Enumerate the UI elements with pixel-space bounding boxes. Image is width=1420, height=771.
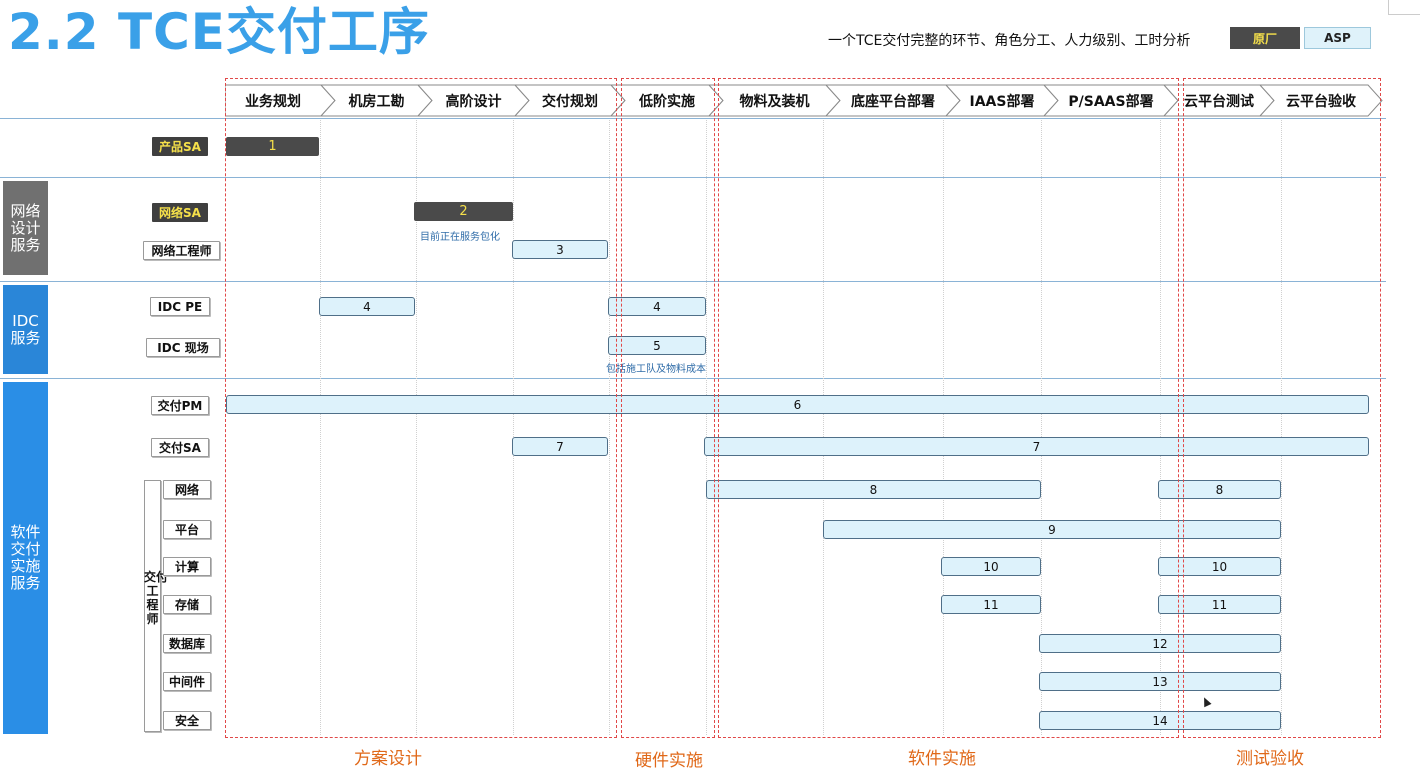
corner-box — [1388, 0, 1420, 15]
role-network-engineer: 网络工程师 — [143, 241, 220, 260]
stage-label-design: 方案设计 — [354, 749, 422, 769]
legend-asp: ASP — [1304, 27, 1371, 49]
role-eng-platform: 平台 — [163, 520, 211, 539]
role-delivery-engineer: 交付 工 程 师 — [144, 570, 169, 626]
group-network-design: 网络 设计 服务 — [3, 181, 48, 275]
page-title: 2.2 TCE交付工序 — [8, 3, 430, 61]
stage-label-software: 软件实施 — [908, 749, 976, 769]
role-network-sa: 网络SA — [152, 203, 208, 222]
stage-box-testing — [1183, 78, 1381, 738]
role-eng-security: 安全 — [163, 711, 211, 730]
group-idc-service: IDC 服务 — [3, 285, 48, 374]
role-delivery-pm: 交付PM — [151, 396, 209, 415]
role-eng-middleware: 中间件 — [163, 672, 211, 691]
stage-box-design — [225, 78, 617, 738]
role-idc-onsite: IDC 现场 — [146, 338, 220, 357]
group-software-delivery: 软件 交付 实施 服务 — [3, 382, 48, 734]
role-eng-compute: 计算 — [163, 557, 211, 576]
role-delivery-sa: 交付SA — [151, 438, 209, 457]
legend-vendor: 原厂 — [1230, 27, 1300, 49]
role-idc-pe: IDC PE — [150, 297, 210, 316]
role-eng-database: 数据库 — [163, 634, 211, 653]
stage-label-hardware: 硬件实施 — [635, 751, 703, 771]
stage-box-software — [718, 78, 1179, 738]
role-product-sa: 产品SA — [152, 137, 208, 156]
stage-box-hardware — [621, 78, 715, 738]
stage-label-testing: 测试验收 — [1236, 749, 1304, 769]
role-eng-storage: 存储 — [163, 595, 211, 614]
page-subtitle: 一个TCE交付完整的环节、角色分工、人力级别、工时分析 — [828, 33, 1191, 49]
role-eng-network: 网络 — [163, 480, 211, 499]
